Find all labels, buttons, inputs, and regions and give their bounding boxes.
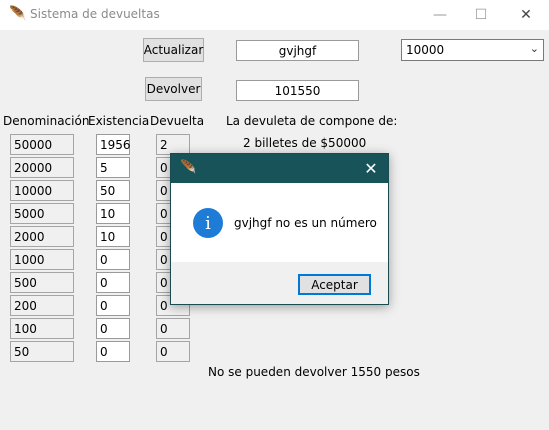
- header-stock: Existencia: [88, 114, 150, 128]
- stock-field[interactable]: 10: [96, 226, 130, 247]
- minimize-button[interactable]: —: [417, 0, 463, 30]
- dialog-close-button[interactable]: ✕: [354, 154, 388, 183]
- text-input[interactable]: gvjhgf: [236, 40, 359, 61]
- stock-field[interactable]: 50: [96, 180, 130, 201]
- denomination-field: 50000: [10, 134, 74, 155]
- denomination-field: 100: [10, 318, 74, 339]
- stock-field[interactable]: 5: [96, 157, 130, 178]
- window-title: Sistema de devueltas: [30, 7, 160, 21]
- returned-field: 2: [156, 134, 190, 155]
- dialog-message: gvjhgf no es un número: [234, 216, 377, 230]
- header-returned: Devuelta: [150, 114, 205, 128]
- denomination-combobox[interactable]: 10000 ⌄: [401, 39, 544, 61]
- stock-field[interactable]: 0: [96, 272, 130, 293]
- stock-field[interactable]: 10: [96, 203, 130, 224]
- feather-icon: 🪶: [180, 160, 197, 175]
- message-dialog: 🪶 ✕ i gvjhgf no es un número Aceptar: [170, 153, 389, 305]
- stock-field[interactable]: 0: [96, 341, 130, 362]
- header-denomination: Denominación: [3, 114, 90, 128]
- summary-line: 2 billetes de $50000: [243, 136, 367, 150]
- chevron-down-icon[interactable]: ⌄: [530, 42, 539, 55]
- status-message: No se pueden devolver 1550 pesos: [208, 365, 420, 379]
- summary-heading: La devuleta de compone de:: [226, 114, 398, 128]
- stock-field[interactable]: 1956: [96, 134, 131, 155]
- accept-button[interactable]: Aceptar: [298, 274, 371, 295]
- combobox-value: 10000: [406, 43, 445, 57]
- amount-input[interactable]: 101550: [236, 80, 359, 101]
- denomination-field: 200: [10, 295, 74, 316]
- denomination-field: 500: [10, 272, 74, 293]
- close-button[interactable]: ✕: [503, 0, 549, 30]
- info-icon: i: [193, 208, 223, 238]
- maximize-button[interactable]: ☐: [458, 0, 504, 30]
- denomination-field: 5000: [10, 203, 74, 224]
- returned-field: 0: [156, 318, 190, 339]
- window-titlebar: 🪶 Sistema de devueltas — ☐ ✕: [0, 0, 549, 30]
- stock-field[interactable]: 0: [96, 249, 130, 270]
- denomination-field: 1000: [10, 249, 74, 270]
- denomination-field: 20000: [10, 157, 74, 178]
- denomination-field: 10000: [10, 180, 74, 201]
- return-button[interactable]: Devolver: [145, 77, 202, 101]
- stock-field[interactable]: 0: [96, 295, 130, 316]
- returned-field: 0: [156, 341, 190, 362]
- feather-icon: 🪶: [9, 6, 27, 22]
- dialog-titlebar: 🪶 ✕: [171, 154, 388, 183]
- update-button[interactable]: Actualizar: [143, 38, 204, 62]
- denomination-field: 2000: [10, 226, 74, 247]
- denomination-field: 50: [10, 341, 74, 362]
- stock-field[interactable]: 0: [96, 318, 130, 339]
